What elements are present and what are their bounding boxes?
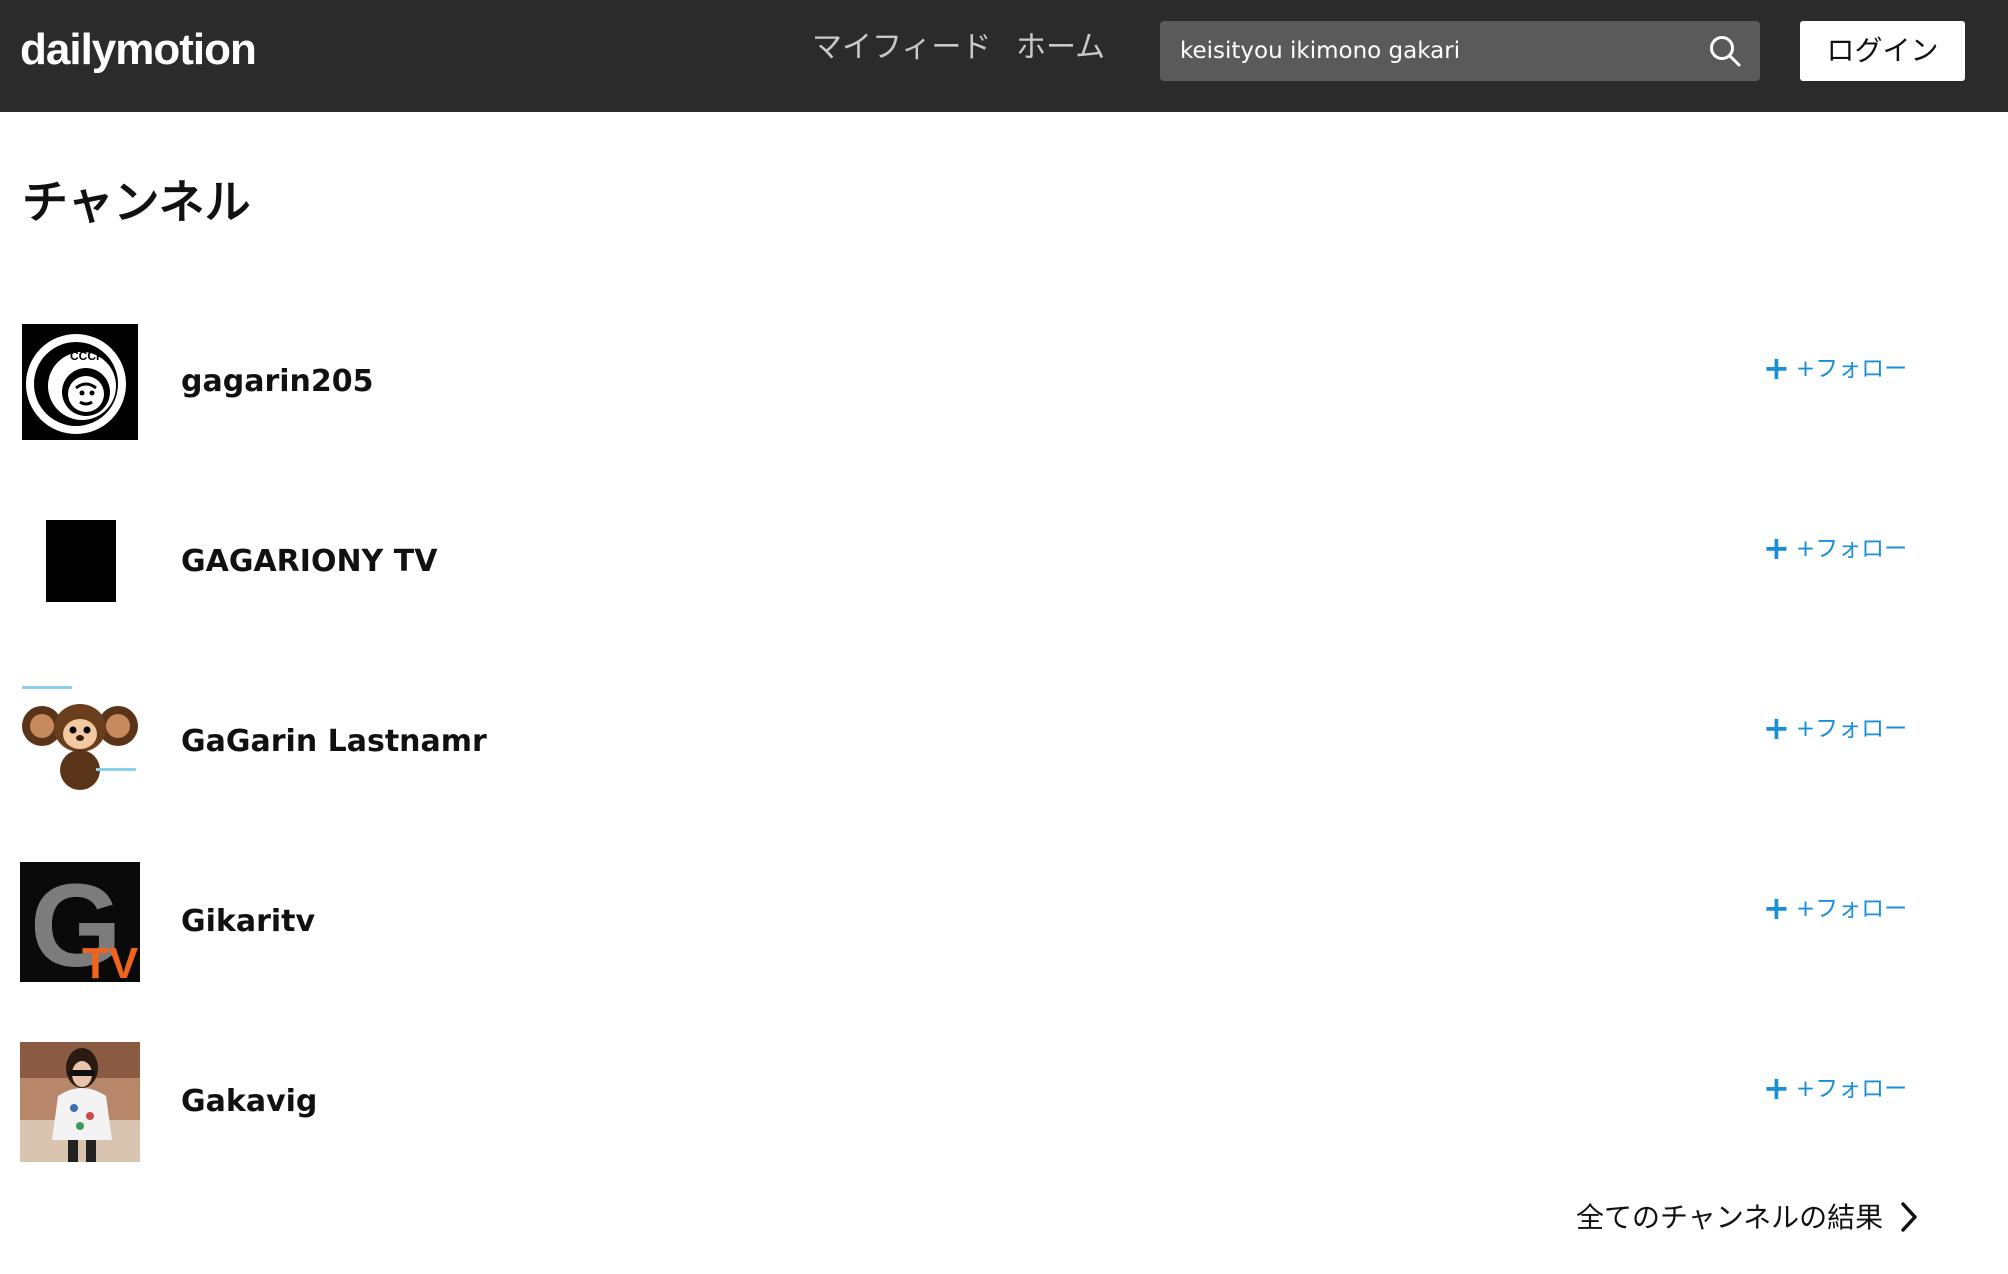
svg-text:TV: TV <box>82 939 139 982</box>
plus-icon: + <box>1763 1069 1790 1107</box>
follow-button[interactable]: + +フォロー <box>1763 708 1907 749</box>
all-results-label: 全てのチャンネルの結果 <box>1576 1201 1884 1234</box>
search-icon[interactable] <box>1708 34 1742 68</box>
plus-icon: + <box>1763 349 1790 387</box>
search-input[interactable] <box>1160 21 1700 81</box>
channel-item[interactable]: GAGARIONY TV + +フォロー <box>20 502 1960 622</box>
follow-button[interactable]: + +フォロー <box>1763 888 1907 929</box>
channel-item[interactable]: GaGarin Lastnamr + +フォロー <box>20 682 1960 802</box>
channel-name[interactable]: Gakavig <box>181 1080 317 1124</box>
chevron-right-icon <box>1901 1202 1917 1232</box>
follow-label: +フォロー <box>1795 356 1908 382</box>
channel-item[interactable]: CCCP gagarin205 + +フォロー <box>20 322 1960 442</box>
channel-name[interactable]: gagarin205 <box>181 360 374 404</box>
plus-icon: + <box>1763 889 1790 927</box>
plus-icon: + <box>1763 529 1790 567</box>
follow-button[interactable]: + +フォロー <box>1763 528 1907 569</box>
channel-item[interactable]: Gakavig + +フォロー <box>20 1042 1960 1162</box>
search-box <box>1160 21 1760 81</box>
follow-label: +フォロー <box>1795 1076 1908 1102</box>
channel-name[interactable]: Gikaritv <box>181 900 315 944</box>
channel-avatar[interactable] <box>20 1042 140 1162</box>
svg-text:CCCP: CCCP <box>70 349 104 363</box>
follow-label: +フォロー <box>1795 716 1908 742</box>
channel-avatar[interactable] <box>20 502 140 622</box>
plus-icon: + <box>1763 709 1790 747</box>
all-channel-results-link[interactable]: 全てのチャンネルの結果 <box>1576 1194 1919 1242</box>
channels-heading: チャンネル <box>22 175 251 229</box>
follow-label: +フォロー <box>1795 536 1908 562</box>
nav-my-feed[interactable]: マイフィード <box>812 26 991 70</box>
top-bar: dailymotion マイフィード ホーム ログイン <box>0 0 2008 112</box>
channel-name[interactable]: GaGarin Lastnamr <box>181 720 487 764</box>
follow-button[interactable]: + +フォロー <box>1763 1068 1907 1109</box>
channel-avatar[interactable]: G TV <box>20 862 140 982</box>
login-button[interactable]: ログイン <box>1800 21 1965 81</box>
channel-name[interactable]: GAGARIONY TV <box>181 540 437 584</box>
channel-avatar[interactable]: CCCP <box>20 322 140 442</box>
channel-item[interactable]: G TV Gikaritv + +フォロー <box>20 862 1960 982</box>
follow-label: +フォロー <box>1795 896 1908 922</box>
dailymotion-logo[interactable]: dailymotion <box>20 22 257 78</box>
channel-avatar[interactable] <box>20 682 140 802</box>
follow-button[interactable]: + +フォロー <box>1763 348 1907 389</box>
nav-home[interactable]: ホーム <box>1016 26 1105 70</box>
